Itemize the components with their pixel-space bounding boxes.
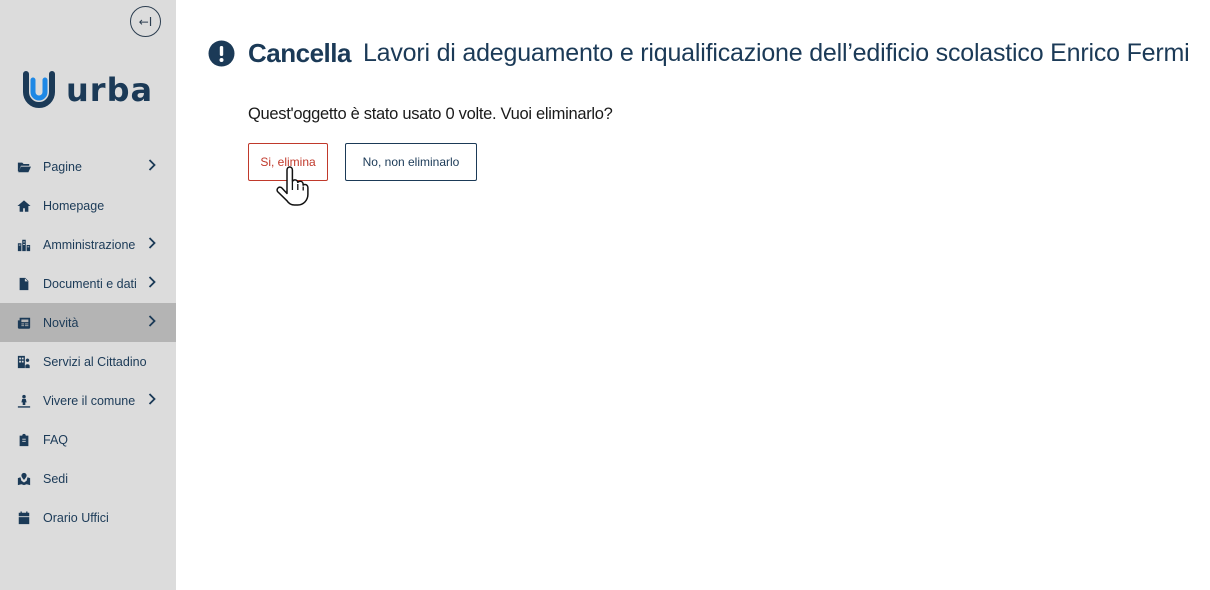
logo[interactable]: urba — [20, 68, 153, 112]
sidebar-item-documenti[interactable]: Documenti e dati — [0, 264, 176, 303]
newspaper-icon — [16, 315, 31, 330]
main-content: Cancella Lavori di adeguamento e riquali… — [208, 34, 1198, 181]
chevron-right-icon — [148, 159, 158, 173]
sidebar-item-label: Amministrazione — [43, 237, 136, 252]
sidebar-item-label: Vivere il comune — [43, 393, 136, 408]
exclamation-circle-icon — [208, 40, 235, 66]
logo-text: urba — [66, 71, 154, 109]
sidebar-item-label: Homepage — [43, 198, 105, 213]
sidebar-item-novita[interactable]: Novità — [0, 303, 176, 342]
map-location-icon — [16, 471, 31, 486]
sidebar-item-pagine[interactable]: Pagine — [0, 147, 176, 186]
title-action: Cancella — [248, 37, 351, 68]
calendar-icon — [16, 510, 31, 525]
sidebar-item-label: Servizi al Cittadino — [43, 354, 147, 369]
sidebar-item-vivere[interactable]: Vivere il comune — [0, 381, 176, 420]
sidebar-item-sedi[interactable]: Sedi — [0, 459, 176, 498]
folder-open-icon — [16, 159, 31, 174]
sidebar-item-label: FAQ — [43, 432, 69, 447]
sidebar-item-servizi[interactable]: Servizi al Cittadino — [0, 342, 176, 381]
collapse-sidebar-button[interactable]: ←I — [130, 6, 161, 37]
chevron-right-icon — [148, 276, 158, 290]
page-title: Cancella Lavori di adeguamento e riquali… — [208, 34, 1198, 72]
sidebar-item-faq[interactable]: FAQ — [0, 420, 176, 459]
sidebar-nav: Pagine Homepage Amministrazione Document… — [0, 147, 176, 537]
sidebar-item-label: Orario Uffici — [43, 510, 109, 525]
clipboard-icon — [16, 432, 31, 447]
sidebar-item-label: Pagine — [43, 159, 82, 174]
sidebar-item-label: Sedi — [43, 471, 69, 486]
sidebar-item-homepage[interactable]: Homepage — [0, 186, 176, 225]
sidebar: ←I urba Pagine Homepage Amministrazione … — [0, 0, 176, 590]
cancel-delete-button[interactable]: No, non eliminarlo — [345, 143, 477, 181]
sidebar-item-label: Novità — [43, 315, 79, 330]
file-icon — [16, 276, 31, 291]
person-pin-icon — [16, 393, 31, 408]
chevron-right-icon — [148, 393, 158, 407]
confirmation-question: Quest'oggetto è stato usato 0 volte. Vuo… — [248, 105, 613, 123]
confirm-delete-button[interactable]: Si, elimina — [248, 143, 328, 181]
city-icon — [16, 237, 31, 252]
sidebar-item-orario[interactable]: Orario Uffici — [0, 498, 176, 537]
sidebar-item-label: Documenti e dati — [43, 276, 137, 291]
title-object: Lavori di adeguamento e riqualificazione… — [362, 38, 1190, 67]
urba-logo-icon — [23, 71, 55, 108]
chevron-right-icon — [148, 237, 158, 251]
home-icon — [16, 198, 31, 213]
building-user-icon — [16, 354, 31, 369]
sidebar-item-amministrazione[interactable]: Amministrazione — [0, 225, 176, 264]
chevron-right-icon — [148, 315, 158, 329]
